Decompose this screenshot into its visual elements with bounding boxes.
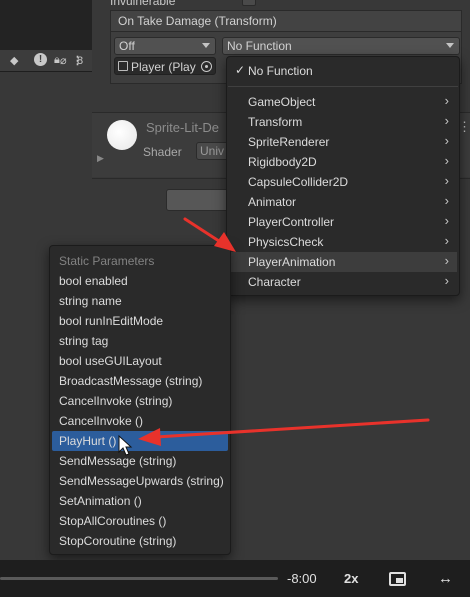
time-remaining: -8:00 xyxy=(287,571,317,586)
picture-in-picture-icon[interactable] xyxy=(389,572,406,586)
annotation-arrow xyxy=(183,217,236,252)
annotation-overlay xyxy=(118,217,430,456)
exit-fullscreen-icon[interactable]: ↔︎ xyxy=(438,570,453,587)
annotation-arrow xyxy=(138,418,430,446)
mouse-cursor-icon xyxy=(118,434,133,456)
playback-speed-button[interactable]: 2x xyxy=(344,571,358,586)
video-timeline[interactable] xyxy=(0,577,278,580)
